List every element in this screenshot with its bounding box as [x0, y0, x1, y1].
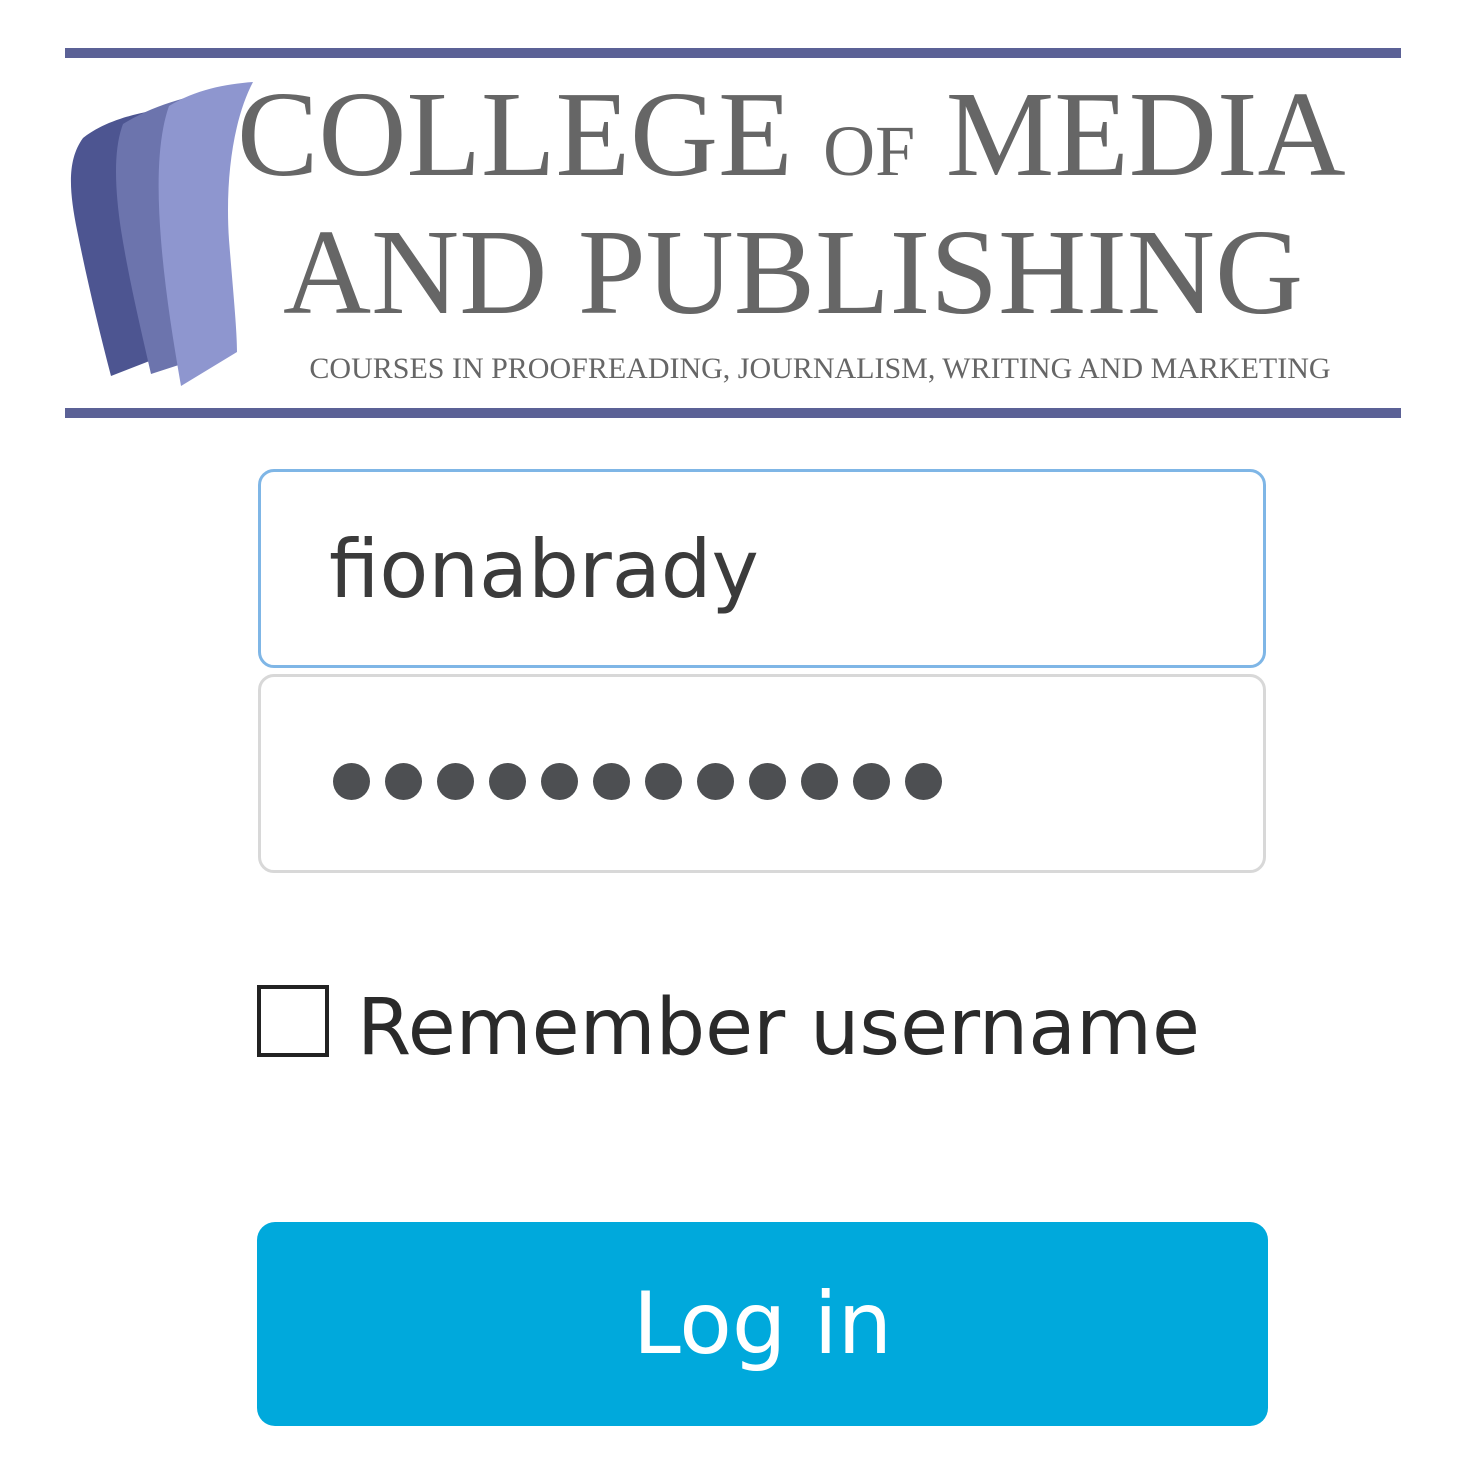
logo-title-line1: COLLEGE OF MEDIA [237, 67, 1346, 202]
logo-title-line2: AND PUBLISHING [283, 205, 1304, 340]
password-dot [853, 763, 890, 800]
remember-username-option[interactable]: Remember username [257, 980, 1200, 1076]
password-dot [645, 763, 682, 800]
password-dot [489, 763, 526, 800]
password-input[interactable] [258, 674, 1266, 873]
logo-top-rule [65, 48, 1401, 58]
book-pages-icon [70, 82, 253, 386]
password-dot [593, 763, 630, 800]
password-dot [437, 763, 474, 800]
remember-username-label: Remember username [357, 983, 1200, 1073]
site-logo: COLLEGE OF MEDIA AND PUBLISHING COURSES … [65, 48, 1401, 420]
login-button[interactable]: Log in [257, 1222, 1268, 1426]
username-input[interactable]: fionabrady [258, 469, 1266, 668]
password-dot [333, 763, 370, 800]
password-dot [801, 763, 838, 800]
password-mask [333, 763, 942, 800]
password-dot [541, 763, 578, 800]
password-dot [749, 763, 786, 800]
password-dot [697, 763, 734, 800]
logo-bottom-rule [65, 408, 1401, 418]
username-value: fionabrady [329, 523, 759, 616]
remember-username-checkbox[interactable] [257, 985, 329, 1057]
password-dot [905, 763, 942, 800]
logo-tagline: COURSES IN PROOFREADING, JOURNALISM, WRI… [309, 352, 1331, 385]
password-dot [385, 763, 422, 800]
